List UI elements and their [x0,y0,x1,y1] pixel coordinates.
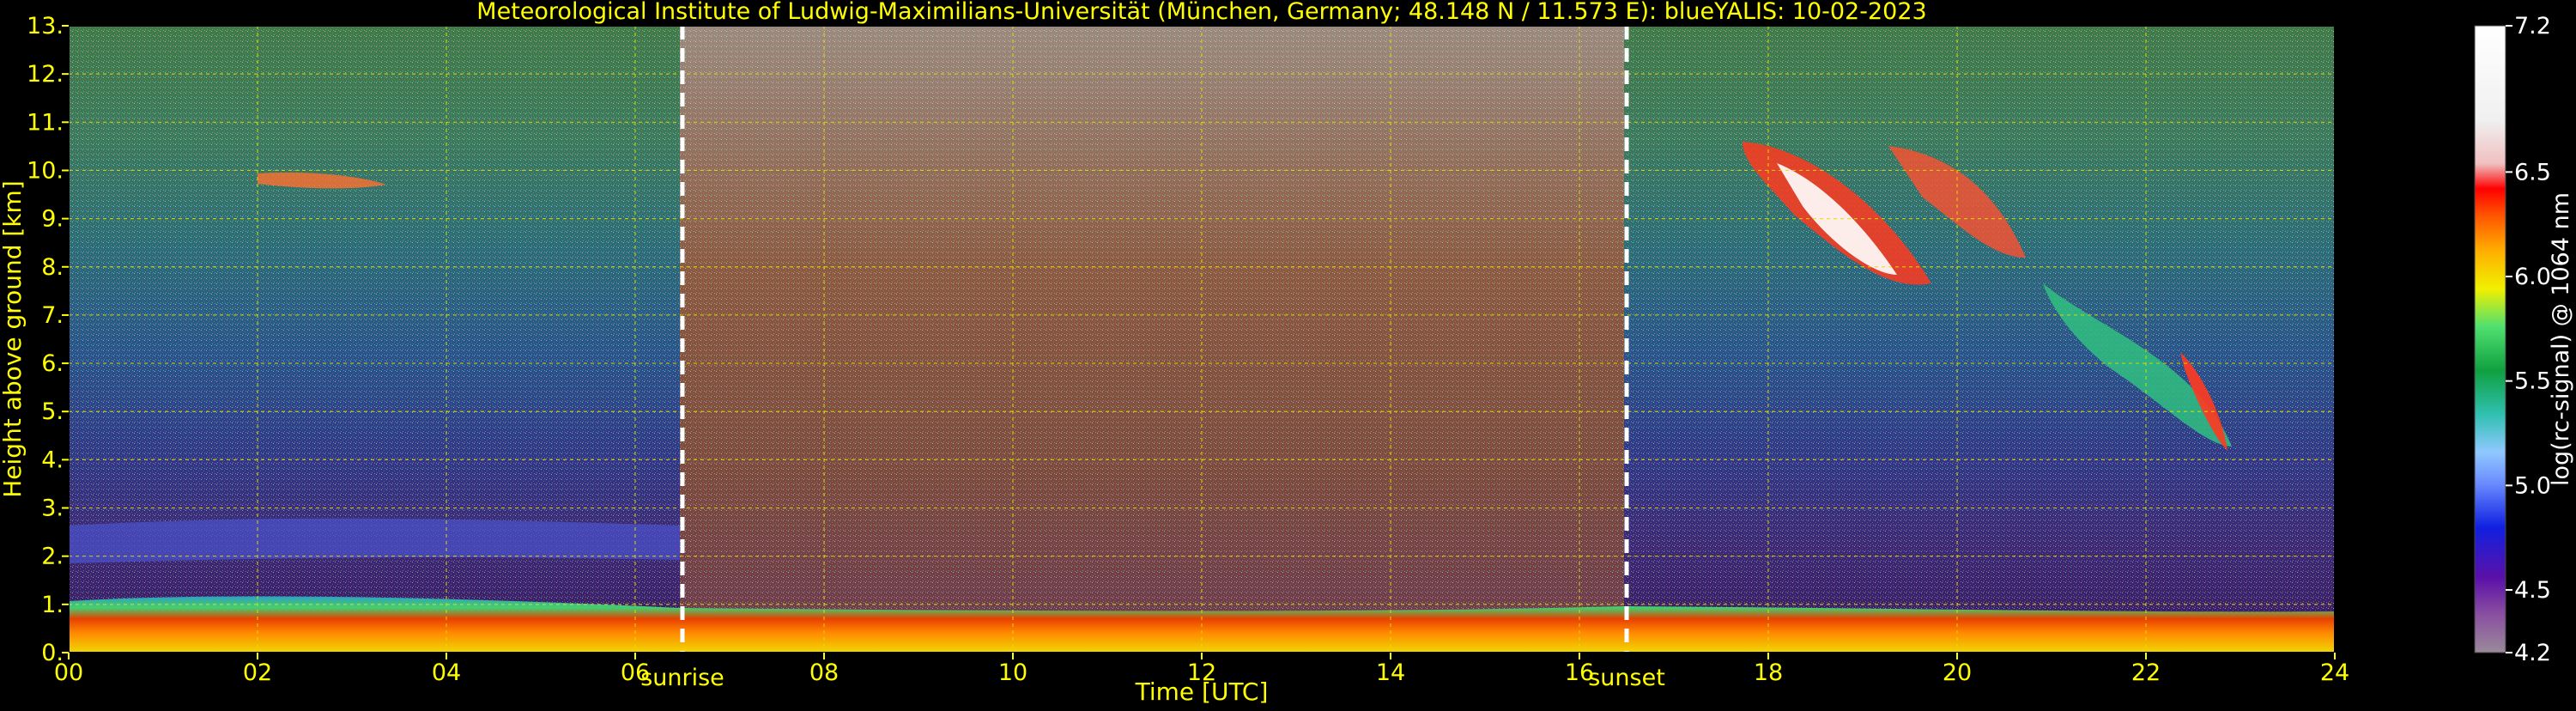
x-tick-label: 24 [2320,659,2349,686]
x-tick-label: 02 [243,659,272,686]
colorbar-tick-label: 5.5 [2514,368,2551,395]
x-tick-label: 22 [2131,659,2161,686]
colorbar-tick-label: 6.5 [2514,159,2551,185]
colorbar-tick-label: 4.5 [2514,577,2551,604]
x-tick-label: 20 [1943,659,1972,686]
colorbar-ticks: 4.2 4.5 5.0 5.5 6.0 6.5 7.2 [2506,13,2551,666]
y-tick-label: 0. [41,640,64,666]
x-tick-label: 16 [1565,659,1594,686]
y-tick-label: 10. [27,157,64,184]
y-tick-label: 4. [41,447,64,473]
y-tick-label: 8. [41,254,64,281]
y-axis-label: Height above ground [km] [0,180,27,498]
chart-title: Meteorological Institute of Ludwig-Maxim… [476,0,1926,25]
y-tick-label: 5. [41,398,64,425]
sunset-label: sunset [1588,665,1665,691]
y-tick-label: 12. [27,61,64,88]
x-tick-label: 04 [432,659,461,686]
y-tick-label: 13. [27,13,64,40]
colorbar-tick-label: 7.2 [2514,13,2551,40]
y-tick-label: 1. [41,592,64,618]
x-tick-label: 18 [1754,659,1783,686]
x-tick-label: 08 [809,659,839,686]
x-axis-label: Time [UTC] [1135,678,1269,706]
y-tick-label: 7. [41,302,64,329]
lidar-chart: sunrise sunset 00 02 04 06 08 10 12 14 16 18 20 22 24… [0,0,2576,708]
x-tick-label: 14 [1376,659,1405,686]
y-axis-ticks: 0. 1. 2. 3. 4. 5. 6. 7. 8. 9. 10. 11. 12. 13. [27,13,69,666]
colorbar-label: log(rc-signal) @ 1064 nm [2548,192,2574,486]
colorbar-tick-label: 5.0 [2514,472,2551,499]
x-tick-label: 06 [621,659,650,686]
plot-noise [69,26,2335,653]
colorbar-tick-label: 4.2 [2514,640,2551,666]
y-tick-label: 3. [41,495,64,522]
y-tick-label: 2. [41,544,64,570]
colorbar [2474,25,2506,653]
sunrise-label: sunrise [640,665,724,691]
x-tick-label: 10 [998,659,1027,686]
colorbar-tick-label: 6.0 [2514,264,2551,290]
y-tick-label: 9. [41,206,64,233]
chart-svg: sunrise sunset 00 02 04 06 08 10 12 14 16 18 20 22 24… [0,0,2574,706]
y-tick-label: 11. [27,109,64,136]
y-tick-label: 6. [41,350,64,377]
